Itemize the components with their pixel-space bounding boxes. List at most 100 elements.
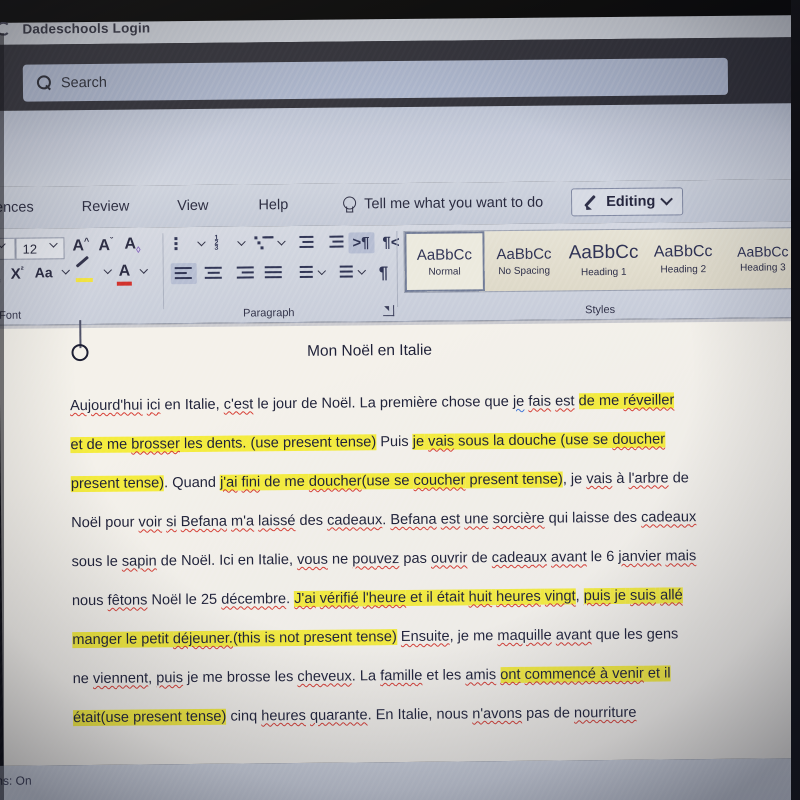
clear-formatting-icon[interactable]: A◊ [124, 236, 140, 255]
text-run: Aujourd'hui [69, 397, 143, 415]
numbered-list-icon[interactable]: 123 [214, 235, 234, 252]
style-item-normal[interactable]: AaBbCc Normal [404, 231, 485, 292]
screenshot-root: Dadeschools Login Search erences Review … [0, 0, 800, 800]
highlighted-run: manger le petit [72, 631, 173, 649]
line-spacing-icon[interactable] [295, 265, 314, 280]
document-page[interactable]: Mon Noël en Italie Aujourd'hui ici en It… [0, 318, 800, 766]
chevron-down-icon[interactable] [277, 237, 286, 246]
multilevel-list-icon[interactable] [254, 236, 274, 250]
grow-font-icon[interactable]: A^ [72, 236, 89, 255]
font-size-dropdown[interactable] [44, 239, 64, 251]
monitor-bezel-right [791, 0, 800, 800]
highlighted-run: commencé à venir [524, 665, 644, 683]
ltr-text-direction-icon[interactable]: >¶ [352, 234, 369, 251]
font-color-swatch [116, 281, 132, 286]
text-run: avant [555, 627, 592, 644]
text-run: quarante [309, 707, 368, 724]
ribbon-body: 12 A^ Aˇ A◊ X₂ X² Aa A Font [0, 221, 800, 326]
superscript-icon[interactable]: X² [11, 265, 24, 283]
chevron-down-icon[interactable] [357, 266, 366, 275]
text-run: heures [261, 707, 306, 725]
text-run: de [668, 470, 689, 487]
bullet-list-icon[interactable] [174, 236, 194, 251]
style-name: Normal [428, 265, 461, 278]
align-right-icon[interactable] [235, 266, 254, 280]
ribbon-tab-references[interactable]: erences [0, 200, 34, 216]
highlighted-run: vingt [544, 588, 576, 605]
text-run: est [440, 511, 461, 528]
document-line: manger le petit déjeuner.(this is not pr… [72, 615, 732, 660]
search-input[interactable]: Search [22, 57, 729, 102]
highlighted-run: j'ai [219, 474, 238, 491]
styles-gallery: AaBbCc Normal AaBbCc No Spacing AaBbCc H… [403, 227, 800, 293]
text-run: famille [380, 667, 423, 685]
text-run: je [512, 393, 525, 410]
increase-indent-icon[interactable] [324, 235, 344, 250]
font-size-value: 12 [22, 240, 38, 257]
chevron-down-icon[interactable] [103, 265, 112, 275]
ribbon-tab-help[interactable]: Help [258, 197, 288, 213]
chevron-down-icon [660, 192, 674, 205]
style-name: No Spacing [498, 265, 551, 277]
text-run: décembre [221, 591, 287, 608]
text-run: ne [72, 670, 94, 688]
font-size-value-wrap[interactable]: 12 [16, 241, 44, 256]
text-run: pas de [521, 705, 575, 722]
group-divider [162, 233, 165, 310]
highlighted-run: fini [241, 474, 261, 491]
search-icon [37, 75, 52, 90]
highlighted-run: suis [629, 587, 657, 604]
style-item-heading-2[interactable]: AaBbCc Heading 2 [643, 229, 723, 290]
shading-icon[interactable] [335, 265, 354, 279]
document-line: nous fêtons Noël le 25 décembre. J'ai vé… [72, 576, 732, 621]
justify-icon[interactable] [264, 266, 284, 280]
tell-me-box[interactable]: Tell me what you want to do [342, 194, 543, 213]
highlighted-run: était(use present tense) [72, 708, 227, 727]
ribbon-upper-gap [0, 103, 800, 188]
font-color-icon[interactable]: A [119, 263, 131, 281]
chevron-down-icon[interactable] [61, 266, 70, 275]
text-run: fêtons [107, 592, 148, 609]
status-bar [0, 757, 800, 800]
align-left-icon[interactable] [174, 267, 194, 281]
text-run: laissé [258, 513, 296, 530]
highlighted-run: huit [468, 589, 493, 606]
text-run: une [464, 511, 489, 528]
font-size-selector[interactable]: 12 [0, 237, 65, 260]
highlighted-run: réveiller [623, 392, 675, 409]
paragraph-group-label: Paragraph [243, 307, 295, 320]
highlighted-run: doucher [612, 431, 666, 448]
highlighted-run: present tense) [70, 475, 165, 493]
paragraph-dialog-launcher-icon[interactable] [383, 305, 395, 317]
editing-mode-button[interactable]: Editing [571, 187, 684, 217]
style-item-no-spacing[interactable]: AaBbCc No Spacing [484, 230, 564, 291]
chevron-down-icon[interactable] [237, 237, 246, 246]
document-body-text[interactable]: Aujourd'hui ici en Italie, c'est le jour… [70, 381, 733, 738]
chevron-down-icon[interactable] [197, 237, 206, 247]
chevron-down-icon[interactable] [139, 265, 148, 274]
text-run: je me brosse les [182, 669, 298, 687]
lightbulb-icon [342, 196, 355, 213]
shrink-font-icon[interactable]: Aˇ [98, 236, 113, 255]
text-run: cadeaux [641, 509, 697, 526]
text-run: . Quand [163, 474, 221, 492]
show-formatting-marks-icon[interactable]: ¶ [379, 263, 389, 283]
highlighted-run: vais [428, 433, 455, 450]
decrease-indent-icon[interactable] [294, 235, 314, 250]
text-run: Puis [376, 433, 413, 451]
document-line: et de me brosser les dents. (use present… [70, 420, 730, 465]
change-case-icon[interactable]: Aa [35, 264, 53, 280]
style-name: Heading 3 [740, 262, 786, 274]
style-item-heading-1[interactable]: AaBbCc Heading 1 [564, 230, 644, 291]
text-highlight-color-icon[interactable] [75, 255, 97, 283]
align-center-icon[interactable] [204, 266, 224, 281]
style-item-heading-3[interactable]: AaBbCc Heading 3 [723, 228, 800, 289]
chevron-down-icon[interactable] [317, 266, 326, 276]
browser-tab-title[interactable]: Dadeschools Login [22, 20, 150, 36]
ribbon-tab-review[interactable]: Review [82, 199, 130, 215]
text-run: Noël le 25 [147, 591, 222, 609]
ribbon-tab-view[interactable]: View [177, 198, 208, 214]
highlighted-run: puis [583, 588, 611, 605]
style-preview: AaBbCc [736, 243, 789, 260]
text-run: qui laisse des [544, 509, 642, 527]
